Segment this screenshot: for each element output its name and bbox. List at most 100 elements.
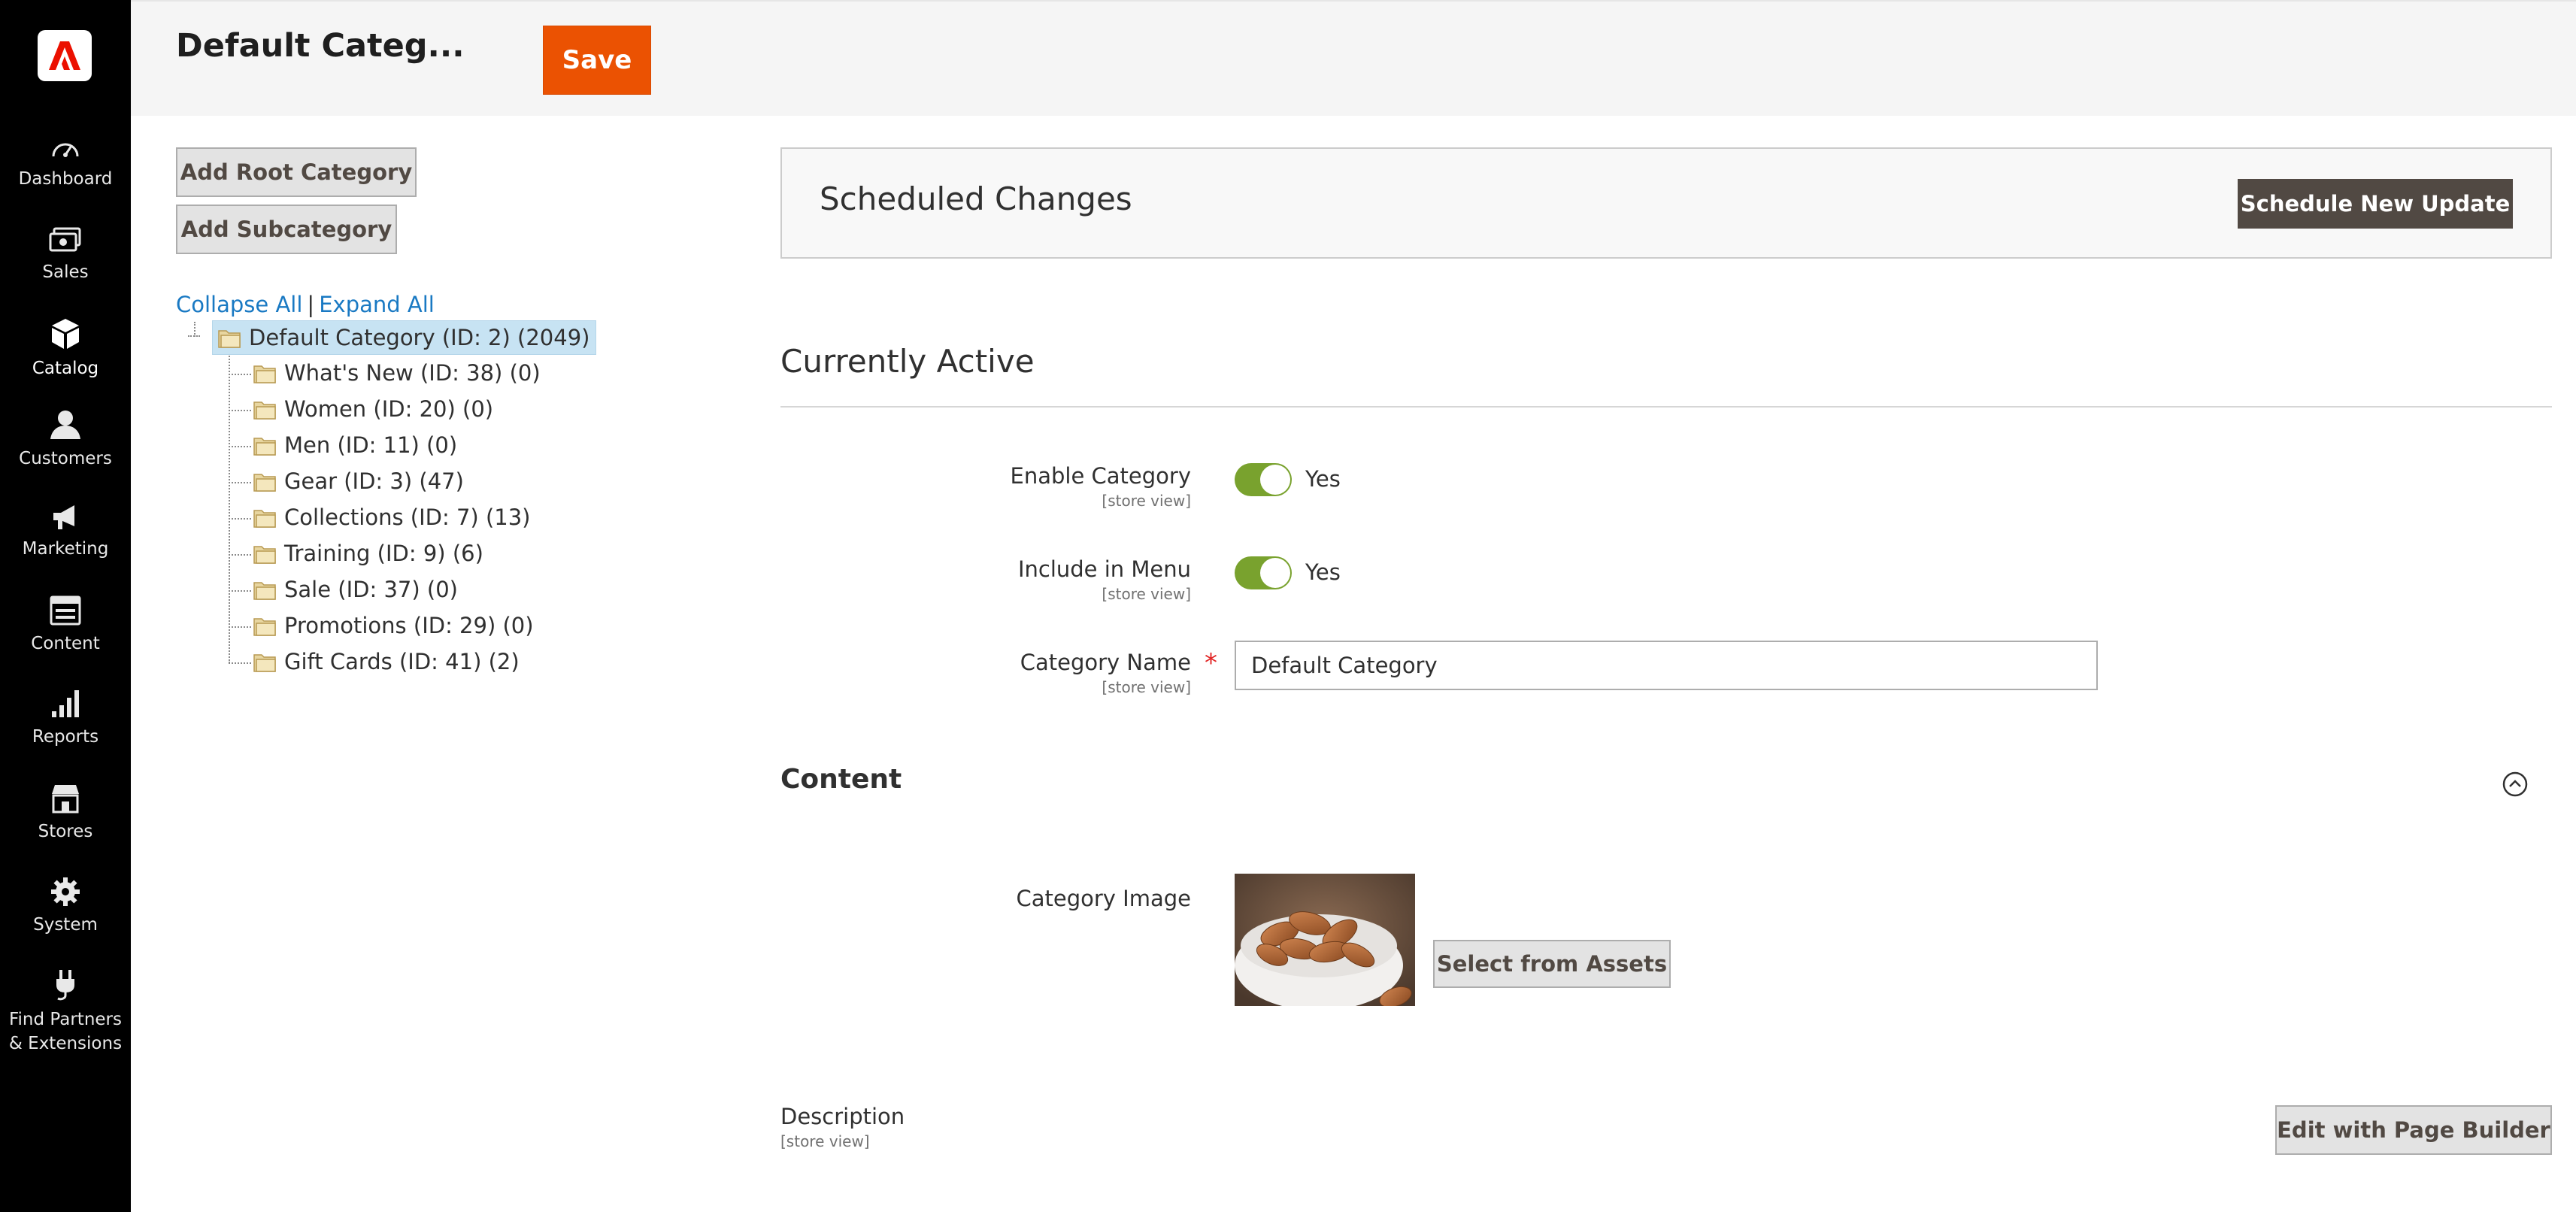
nav-item-reports[interactable]: Reports [0, 689, 131, 749]
nav-label: Dashboard [18, 169, 113, 189]
category-name-scope: [store view] [1102, 678, 1191, 696]
category-image-label: Category Image [1016, 886, 1191, 911]
folder-icon [218, 330, 241, 348]
tree-node-label: Training (ID: 9) (6) [284, 541, 483, 566]
tree-node[interactable]: Women (ID: 20) (0) [253, 392, 493, 426]
enable-category-toggle[interactable] [1235, 463, 1292, 496]
include-in-menu-label: Include in Menu [1017, 556, 1191, 582]
adobe-logo[interactable] [38, 30, 92, 81]
nav-item-stores[interactable]: Stores [0, 783, 131, 844]
tree-connector [229, 353, 230, 663]
tree-node-label: Men (ID: 11) (0) [284, 432, 458, 458]
link-separator: | [307, 292, 315, 317]
category-name-input[interactable]: Default Category [1235, 641, 2098, 690]
tree-node-label: Gear (ID: 3) (47) [284, 468, 464, 494]
section-divider [780, 406, 2552, 408]
tree-connector [229, 374, 251, 375]
nav-item-dashboard[interactable]: Dashboard [0, 135, 131, 191]
adobe-logo-icon [49, 41, 80, 70]
category-image-thumbnail[interactable] [1235, 874, 1415, 1006]
tree-node[interactable]: Collections (ID: 7) (13) [253, 501, 530, 534]
dashboard-icon [52, 143, 79, 157]
nav-label: Customers [19, 449, 112, 468]
marketing-icon [53, 505, 74, 529]
tree-node-label: Women (ID: 20) (0) [284, 396, 494, 422]
page-title: Default Categ... [176, 27, 465, 65]
page-header: Default Categ... Save [131, 0, 2576, 116]
tree-node[interactable]: Gift Cards (ID: 41) (2) [253, 645, 520, 678]
add-subcategory-button[interactable]: Add Subcategory [176, 205, 397, 254]
tree-connector [229, 482, 251, 483]
folder-icon [253, 582, 276, 600]
toggle-knob [1260, 465, 1290, 495]
toggle-knob [1260, 558, 1290, 588]
enable-category-scope: [store view] [1102, 492, 1191, 510]
add-root-category-button[interactable]: Add Root Category [176, 147, 417, 197]
nav-item-extensions[interactable]: Find Partners & Extensions [0, 968, 131, 1056]
tree-node-label: What's New (ID: 38) (0) [284, 360, 541, 386]
tree-connector [229, 626, 251, 628]
enable-category-value: Yes [1305, 466, 1341, 492]
nav-label: Find Partners & Extensions [8, 1010, 123, 1053]
folder-icon [253, 365, 276, 383]
edit-with-page-builder-button[interactable]: Edit with Page Builder [2275, 1105, 2552, 1155]
customers-icon [50, 411, 80, 439]
folder-icon [253, 618, 276, 636]
chevron-up-icon[interactable] [2502, 771, 2528, 797]
include-in-menu-scope: [store view] [1102, 585, 1191, 603]
tree-node-label: Default Category (ID: 2) (2049) [249, 325, 590, 350]
tree-node-label: Gift Cards (ID: 41) (2) [284, 649, 520, 674]
scheduled-changes-panel: Scheduled Changes Schedule New Update [780, 147, 2552, 259]
nav-label: System [33, 915, 98, 935]
nav-item-catalog[interactable]: Catalog [0, 317, 131, 380]
required-marker: * [1205, 648, 1217, 678]
folder-icon [253, 474, 276, 492]
nav-label: Reports [32, 727, 99, 747]
tree-connector [229, 446, 251, 447]
include-in-menu-toggle[interactable] [1235, 556, 1292, 589]
tree-node-default-category[interactable]: Default Category (ID: 2) (2049) [212, 320, 597, 355]
nav-item-content[interactable]: Content [0, 595, 131, 656]
expand-all-link[interactable]: Expand All [319, 292, 435, 317]
tree-connector [229, 590, 251, 592]
extensions-icon [56, 970, 74, 1001]
nav-item-system[interactable]: System [0, 877, 131, 937]
nav-label: Content [31, 634, 100, 653]
include-in-menu-value: Yes [1305, 559, 1341, 585]
nav-label: Catalog [32, 359, 99, 378]
tree-node[interactable]: Promotions (ID: 29) (0) [253, 609, 534, 642]
tree-node[interactable]: Training (ID: 9) (6) [253, 537, 483, 570]
tree-node-label: Sale (ID: 37) (0) [284, 577, 458, 602]
tree-node[interactable]: Men (ID: 11) (0) [253, 429, 457, 462]
tree-node-label: Promotions (ID: 29) (0) [284, 613, 534, 638]
reports-icon [52, 690, 79, 717]
sales-icon [49, 227, 81, 252]
tree-connector [229, 662, 251, 664]
folder-icon [253, 401, 276, 420]
save-button[interactable]: Save [543, 26, 651, 95]
nav-label: Marketing [22, 539, 109, 559]
nav-item-sales[interactable]: Sales [0, 227, 131, 284]
content-icon [50, 595, 81, 626]
catalog-icon [52, 319, 79, 349]
enable-category-label: Enable Category [1010, 463, 1191, 489]
tree-connector [229, 554, 251, 556]
nav-item-customers[interactable]: Customers [0, 409, 131, 471]
scheduled-changes-title: Scheduled Changes [820, 180, 1132, 217]
tree-connector [229, 518, 251, 520]
schedule-new-update-button[interactable]: Schedule New Update [2238, 179, 2513, 229]
system-icon [51, 877, 80, 906]
select-from-assets-button[interactable]: Select from Assets [1433, 940, 1671, 988]
tree-connector [229, 410, 251, 411]
tree-node[interactable]: What's New (ID: 38) (0) [253, 356, 541, 389]
tree-controls: Collapse All | Expand All [176, 292, 435, 317]
collapse-all-link[interactable]: Collapse All [176, 292, 302, 317]
folder-icon [253, 438, 276, 456]
tree-node[interactable]: Gear (ID: 3) (47) [253, 465, 464, 498]
currently-active-title: Currently Active [780, 343, 1035, 380]
folder-icon [253, 510, 276, 528]
tree-node[interactable]: Sale (ID: 37) (0) [253, 573, 458, 606]
content-section-title[interactable]: Content [780, 764, 902, 795]
nav-item-marketing[interactable]: Marketing [0, 504, 131, 561]
description-scope: [store view] [780, 1132, 870, 1150]
